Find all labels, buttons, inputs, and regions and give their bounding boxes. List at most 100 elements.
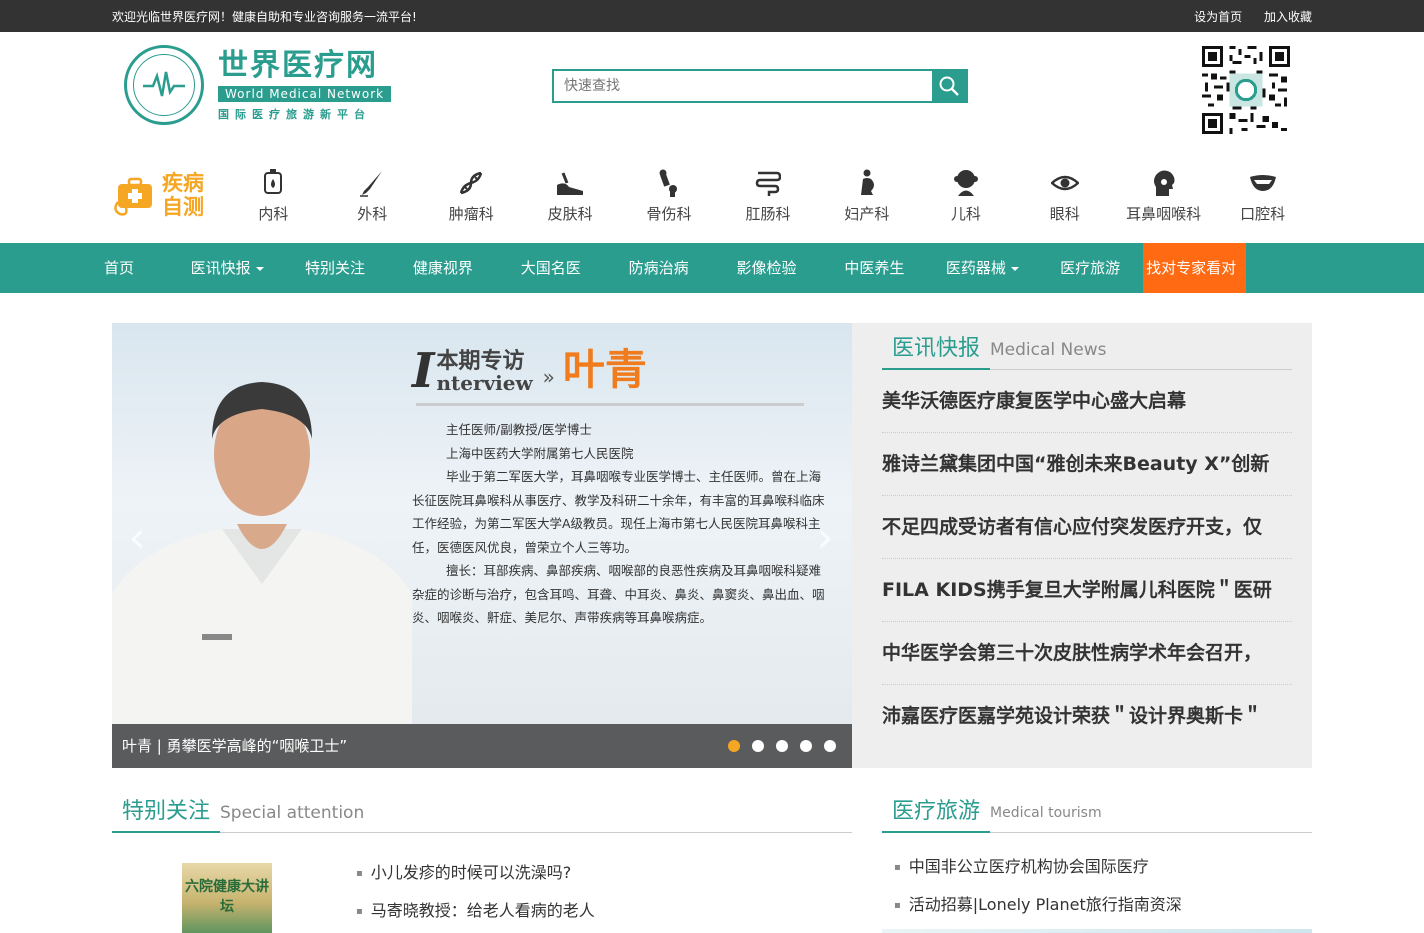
section-title[interactable]: 特别关注: [112, 796, 221, 833]
section-header: 医疗旅游 Medical tourism: [882, 796, 1312, 833]
news-item[interactable]: 沛嘉医疗医嘉学苑设计荣获＂设计界奥斯卡＂: [882, 685, 1292, 748]
slider-dots: [716, 740, 836, 752]
list-item[interactable]: 中国非公立医疗机构协会国际医疗: [894, 857, 1312, 895]
list-item[interactable]: 马寄晓教授：给老人看病的老人: [356, 901, 595, 933]
dept-label: 骨伤科: [646, 204, 692, 223]
doctor-bio: 毕业于第二军医大学，耳鼻咽喉专业医学博士、主任医师。曾在上海长征医院耳鼻喉科从事…: [412, 469, 825, 555]
nav-medical-news[interactable]: 医讯快报: [191, 243, 305, 293]
dept-label: 口腔科: [1240, 204, 1286, 223]
search-button[interactable]: [932, 71, 966, 101]
intestine-icon: [755, 171, 781, 196]
nav-find-expert[interactable]: 找对专家看对科: [1143, 243, 1246, 327]
chevron-down-icon: [1010, 266, 1019, 271]
doctor-hospital: 上海中医药大学附属第七人民医院: [446, 445, 634, 461]
news-item[interactable]: 中华医学会第三十次皮肤性病学术年会召开，: [882, 622, 1292, 685]
medical-tourism-section: 医疗旅游 Medical tourism 中国非公立医疗机构协会国际医疗 活动招…: [882, 796, 1312, 933]
caption-text: 叶青 | 勇攀医学高峰的“咽喉卫士”: [122, 737, 348, 755]
dept-oncology[interactable]: 肿瘤科: [422, 167, 521, 224]
dept-orthopedics[interactable]: 骨伤科: [620, 167, 719, 224]
dept-pediatrics[interactable]: 儿科: [916, 167, 1015, 224]
slider-dot[interactable]: [728, 740, 740, 752]
dept-label: 内科: [258, 204, 289, 223]
nav-special-attention[interactable]: 特别关注: [305, 243, 413, 293]
logo-emblem: [124, 45, 204, 125]
interview-letter: I: [412, 343, 435, 399]
list-item[interactable]: 小儿发疹的时候可以洗澡吗?: [356, 863, 595, 901]
dept-proctology[interactable]: 肛肠科: [719, 167, 818, 224]
self-test-link[interactable]: 疾病 自测: [112, 165, 224, 225]
nav-tcm[interactable]: 中医养生: [844, 243, 945, 293]
welcome-text: 欢迎光临世界医疗网！健康自助和专业咨询服务一流平台!: [112, 9, 417, 24]
nav-health-vision[interactable]: 健康视界: [413, 243, 521, 293]
news-list: 美华沃德医疗康复医学中心盛大启幕 雅诗兰黛集团中国“雅创未来Beauty X”创…: [882, 370, 1292, 748]
mouth-icon: [1249, 174, 1276, 191]
dept-label: 妇产科: [844, 204, 890, 223]
header: 世界医疗网 World Medical Network 国际医疗旅游新平台: [112, 32, 1312, 147]
search-input[interactable]: [554, 71, 932, 101]
nav-label: 医讯快报: [190, 259, 251, 277]
doctor-specialty: 擅长：耳部疾病、鼻部疾病、咽喉部的良恶性疾病及耳鼻咽喉科疑难杂症的诊断与治疗，包…: [412, 563, 825, 625]
news-item[interactable]: 不足四成受访者有信心应付突发医疗开支，仅: [882, 496, 1292, 559]
nav-famous-doctors[interactable]: 大国名医: [521, 243, 629, 293]
dna-icon: [459, 171, 483, 194]
tourism-banner-image[interactable]: [882, 929, 1312, 933]
tourism-list: 中国非公立医疗机构协会国际医疗 活动招募|Lonely Planet旅行指南资深: [882, 857, 1312, 933]
interview-title-en: nterview: [436, 371, 533, 395]
search-bar: [552, 69, 968, 103]
dept-internal-medicine[interactable]: 内科: [224, 167, 323, 224]
list-item[interactable]: 活动招募|Lonely Planet旅行指南资深: [894, 895, 1312, 933]
doctor-photo: [112, 382, 412, 724]
scalpel-icon: [360, 170, 383, 197]
site-logo[interactable]: 世界医疗网 World Medical Network 国际医疗旅游新平台: [124, 45, 392, 125]
dept-obstetrics[interactable]: 妇产科: [817, 167, 916, 224]
dept-label: 眼科: [1049, 204, 1080, 223]
main-content: I 本期专访 nterview » 叶青 主任医师/副教授/医学博士 上海中医药…: [112, 323, 1312, 933]
slider-dot[interactable]: [752, 740, 764, 752]
dept-stomatology[interactable]: 口腔科: [1213, 167, 1312, 224]
dept-dermatology[interactable]: 皮肤科: [521, 167, 620, 224]
dept-surgery[interactable]: 外科: [323, 167, 422, 224]
news-item[interactable]: 雅诗兰黛集团中国“雅创未来Beauty X”创新: [882, 433, 1292, 496]
special-thumbnail[interactable]: 六院健康大讲坛: [182, 863, 272, 933]
top-bar: 欢迎光临世界医疗网！健康自助和专业咨询服务一流平台! 设为首页 加入收藏: [0, 0, 1424, 32]
nav-home[interactable]: 首页: [104, 243, 191, 293]
slider-dot[interactable]: [824, 740, 836, 752]
doctor-name: 叶青: [562, 345, 647, 394]
nav-disease-prevention[interactable]: 防病治病: [629, 243, 737, 293]
slider-next-arrow[interactable]: ›: [810, 513, 840, 563]
featured-slider[interactable]: I 本期专访 nterview » 叶青 主任医师/副教授/医学博士 上海中医药…: [112, 323, 852, 768]
main-nav: 首页 医讯快报 特别关注 健康视界 大国名医 防病治病 影像检验 中医养生 医药…: [0, 243, 1424, 327]
special-attention-section: 特别关注 Special attention 六院健康大讲坛 小儿发疹的时候可以…: [112, 796, 852, 933]
dept-label: 肿瘤科: [448, 204, 494, 223]
news-item[interactable]: FILA KIDS携手复旦大学附属儿科医院＂医研: [882, 559, 1292, 622]
chevron-down-icon: [255, 266, 264, 271]
medical-kit-icon: [114, 177, 152, 216]
top-links: 设为首页 加入收藏: [1176, 8, 1312, 25]
section-title[interactable]: 医讯快报: [882, 333, 991, 370]
slider-prev-arrow[interactable]: ‹: [122, 513, 152, 563]
nav-devices[interactable]: 医药器械: [946, 243, 1060, 293]
slider-dot[interactable]: [800, 740, 812, 752]
iv-drip-icon: [264, 168, 283, 194]
self-test-line1: 疾病: [162, 171, 204, 195]
dept-ent[interactable]: 耳鼻咽喉科: [1114, 167, 1213, 224]
add-favorite-link[interactable]: 加入收藏: [1264, 10, 1312, 24]
set-home-link[interactable]: 设为首页: [1194, 10, 1242, 24]
nav-medical-tourism[interactable]: 医疗旅游: [1060, 243, 1143, 293]
head-profile-icon: [1153, 170, 1175, 196]
department-row: 疾病 自测 内科 外科 肿瘤科 皮肤科 骨伤科 肛肠科 妇产科 儿科 眼科 耳鼻…: [112, 147, 1312, 243]
slider-dot[interactable]: [776, 740, 788, 752]
section-subtitle: Special attention: [220, 803, 365, 823]
skin-icon: [557, 171, 584, 195]
nav-imaging[interactable]: 影像检验: [737, 243, 845, 293]
section-header: 特别关注 Special attention: [112, 796, 852, 833]
dept-ophthalmology[interactable]: 眼科: [1015, 167, 1114, 224]
dept-label: 儿科: [950, 204, 981, 223]
bone-icon: [659, 169, 678, 197]
self-test-line2: 自测: [162, 195, 204, 219]
qr-code-image: [1202, 46, 1290, 134]
news-item[interactable]: 美华沃德医疗康复医学中心盛大启幕: [882, 370, 1292, 433]
special-list: 小儿发疹的时候可以洗澡吗? 马寄晓教授：给老人看病的老人: [356, 863, 595, 933]
section-title[interactable]: 医疗旅游: [882, 796, 991, 833]
thumbnail-text: 六院健康大讲坛: [185, 879, 269, 915]
